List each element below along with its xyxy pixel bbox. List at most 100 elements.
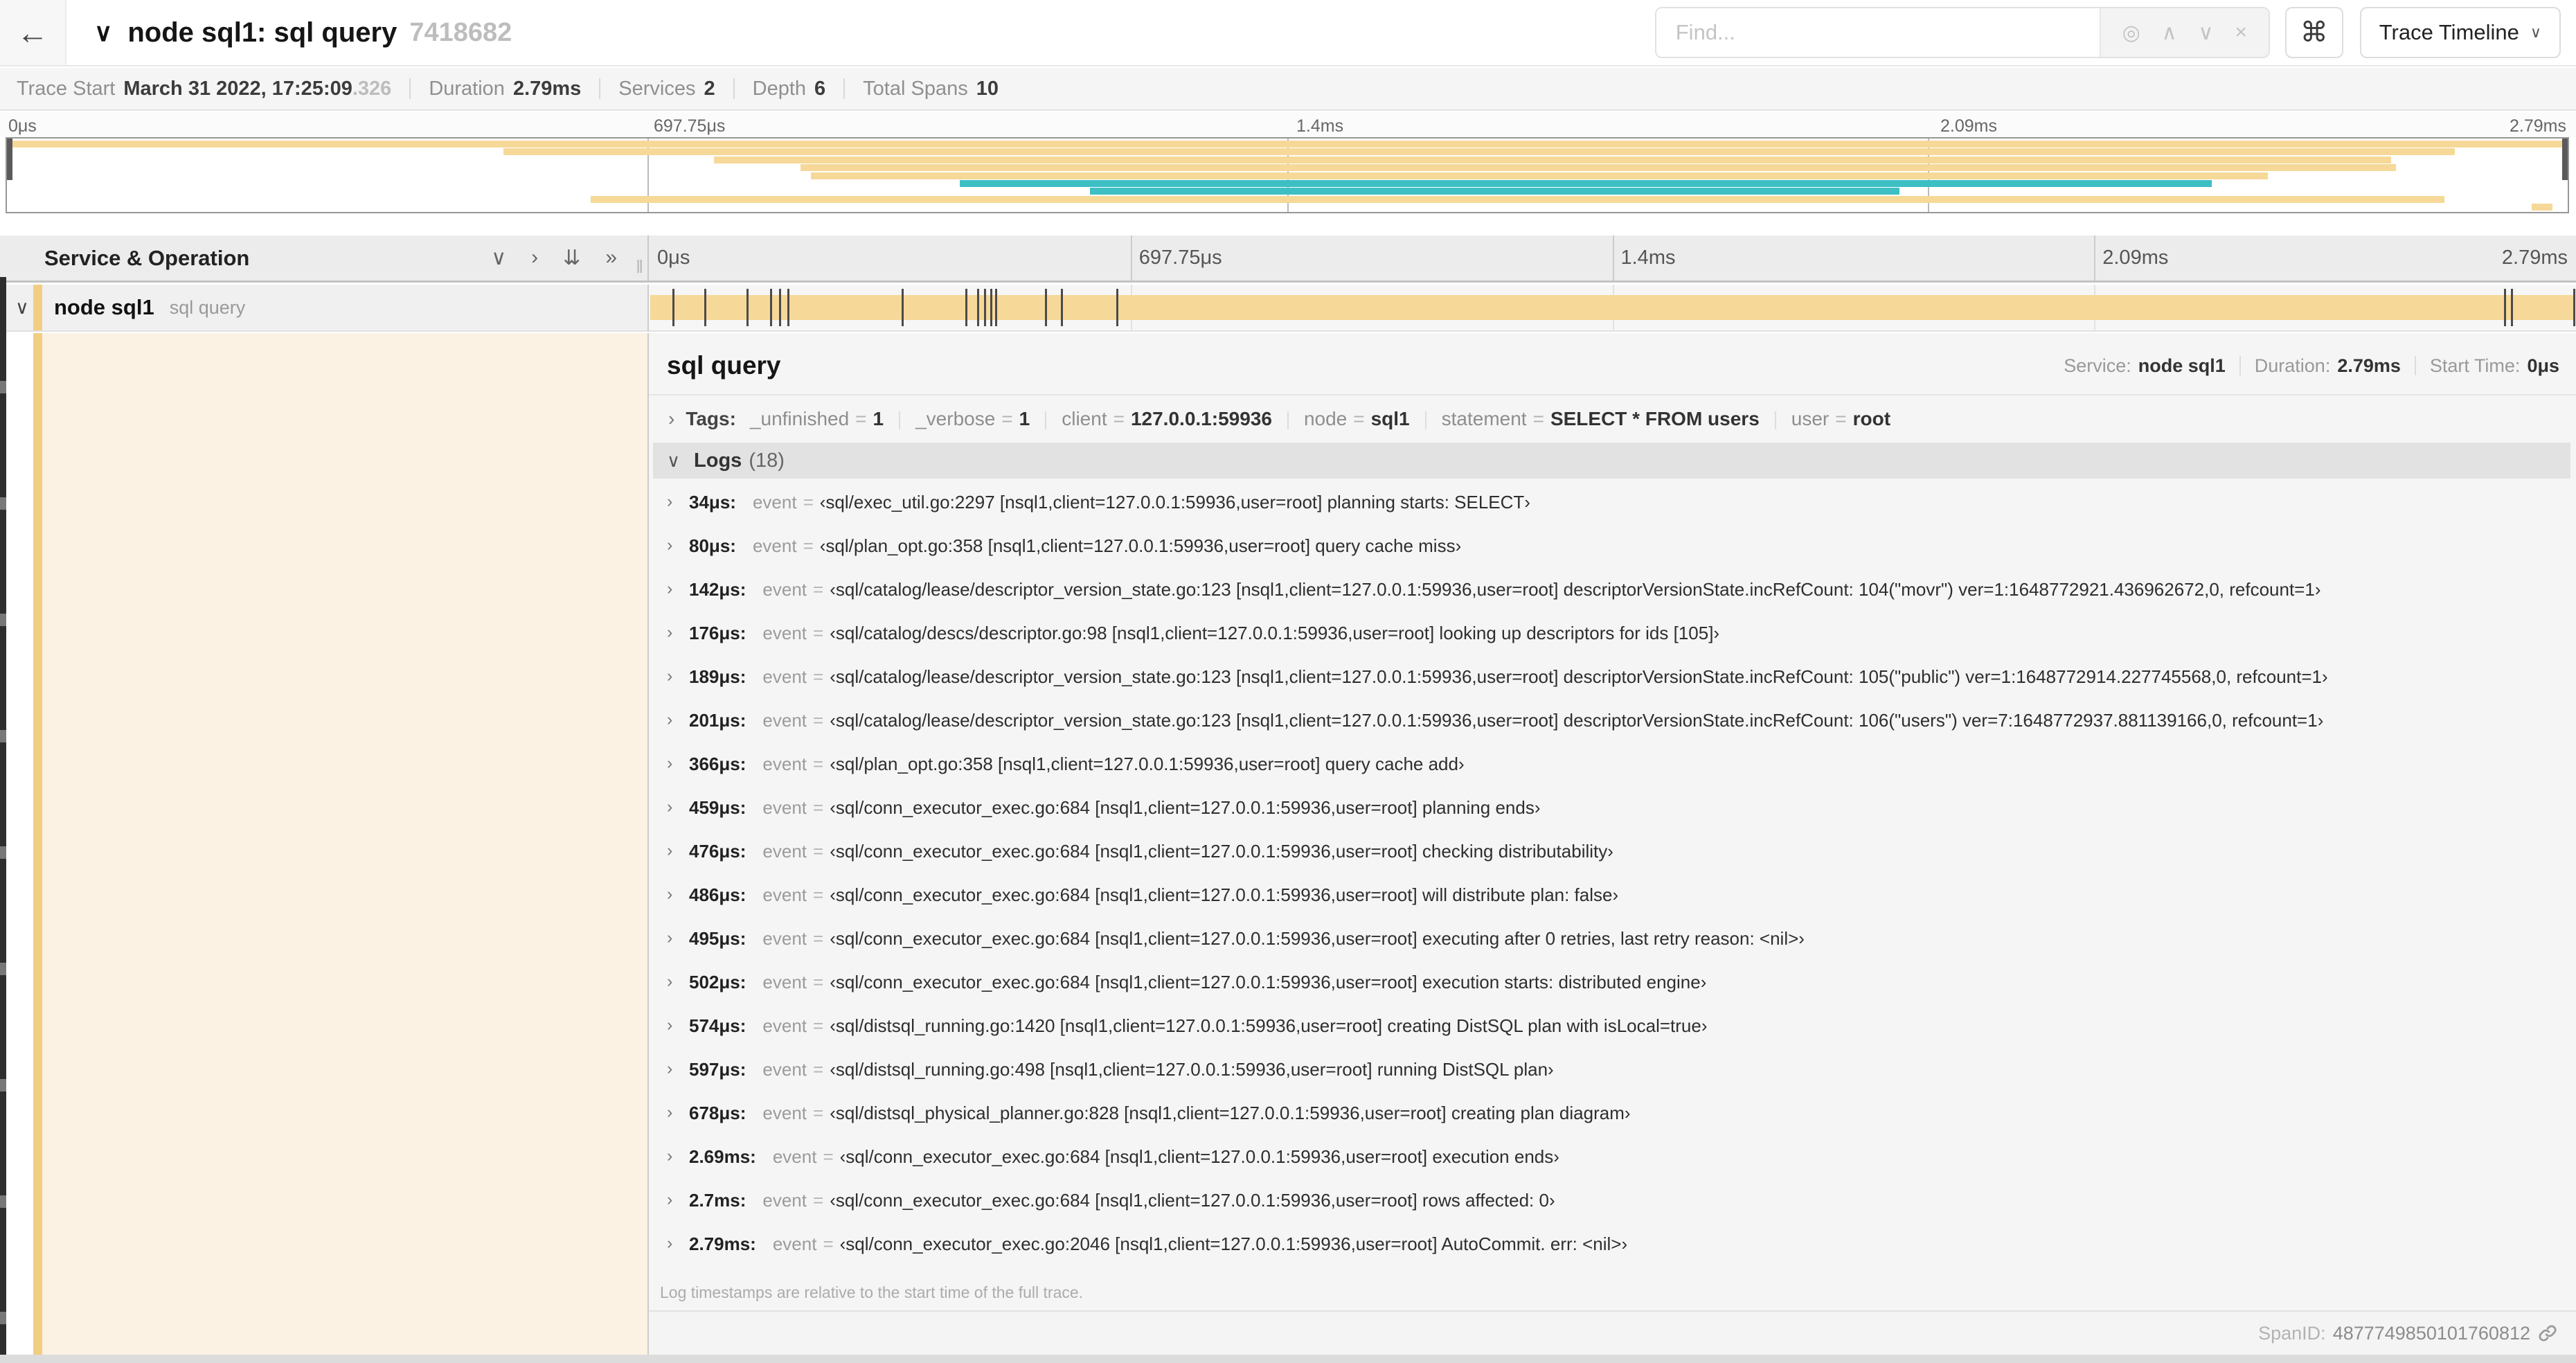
- log-expander-icon[interactable]: ›: [667, 579, 689, 599]
- log-expander-icon[interactable]: ›: [667, 1233, 689, 1254]
- expand-one-icon[interactable]: ›: [531, 246, 538, 270]
- tags-row[interactable]: › Tags: _unfinished = 1 _verbose = 1 client = 12…: [649, 395, 2576, 441]
- logs-expander-icon[interactable]: ∨: [667, 450, 680, 472]
- back-button[interactable]: ←: [0, 0, 66, 65]
- log-expander-icon[interactable]: ›: [667, 1015, 689, 1035]
- span-detail-panel: sql query Service: node sql1 Duration: 2…: [649, 333, 2576, 1363]
- span-expander-icon[interactable]: ∨: [15, 297, 33, 319]
- match-locate-icon[interactable]: ◎: [2122, 21, 2140, 45]
- log-event-tick: [2511, 289, 2514, 326]
- log-expander-icon[interactable]: ›: [667, 1103, 689, 1123]
- minimap-span-bar: [800, 164, 2397, 172]
- log-expander-icon[interactable]: ›: [667, 928, 689, 948]
- find-group: ◎ ∧ ∨ ×: [1654, 7, 2270, 58]
- log-expander-icon[interactable]: ›: [667, 666, 689, 686]
- log-row[interactable]: › 142μs: event = ‹sql/catalog/lease/descript…: [649, 576, 2576, 619]
- minimap-left-handle[interactable]: [7, 139, 12, 180]
- log-timestamp: 189μs:: [689, 666, 746, 687]
- clear-find-icon[interactable]: ×: [2235, 21, 2247, 44]
- trace-title: node sql1: sql query: [127, 17, 397, 48]
- log-row[interactable]: › 2.79ms: event = ‹sql/conn_executor_exec.go…: [649, 1230, 2576, 1274]
- log-row[interactable]: › 80μs: event = ‹sql/plan_opt.go:358 [nsql1,…: [649, 532, 2576, 576]
- tag-item[interactable]: _verbose = 1: [915, 408, 1030, 429]
- log-row[interactable]: › 176μs: event = ‹sql/catalog/descs/descript…: [649, 619, 2576, 663]
- find-input[interactable]: [1656, 8, 2100, 57]
- expand-all-icon[interactable]: »: [605, 246, 617, 270]
- span-id-row: SpanID: 4877749850101760812: [649, 1310, 2576, 1355]
- column-resizer-handle[interactable]: ‖: [636, 256, 643, 278]
- summary-label: Services: [618, 77, 696, 100]
- copy-link-icon[interactable]: [2537, 1323, 2558, 1344]
- summary-value: 10: [976, 77, 999, 100]
- trace-minimap[interactable]: [6, 137, 2569, 213]
- tag-item[interactable]: node = sql1: [1304, 408, 1410, 429]
- log-timestamp: 34μs:: [689, 492, 736, 513]
- trace-timeline-page: ← ∨ node sql1: sql query 7418682 ◎ ∧ ∨ ×…: [0, 0, 2576, 1363]
- log-equals: =: [823, 1146, 834, 1167]
- log-row[interactable]: › 189μs: event = ‹sql/catalog/lease/descript…: [649, 663, 2576, 706]
- span-id-label: SpanID:: [2258, 1322, 2326, 1344]
- log-key: event: [762, 884, 807, 905]
- log-row[interactable]: › 366μs: event = ‹sql/plan_opt.go:358 [nsql1…: [649, 750, 2576, 794]
- prev-match-icon[interactable]: ∧: [2162, 21, 2177, 45]
- minimap-span-bar: [2532, 204, 2552, 211]
- left-scrollbar[interactable]: [0, 277, 6, 1355]
- tag-key: _unfinished: [749, 408, 850, 429]
- log-timestamp: 678μs:: [689, 1103, 746, 1123]
- log-event-tick: [995, 289, 998, 326]
- log-expander-icon[interactable]: ›: [667, 841, 689, 861]
- minimap-right-handle[interactable]: [2562, 139, 2568, 180]
- log-expander-icon[interactable]: ›: [667, 1059, 689, 1079]
- log-equals: =: [813, 972, 824, 992]
- log-row[interactable]: › 574μs: event = ‹sql/distsql_running.go:142…: [649, 1012, 2576, 1055]
- next-match-icon[interactable]: ∨: [2198, 21, 2213, 45]
- logs-section-header[interactable]: ∨ Logs (18): [653, 443, 2570, 479]
- log-expander-icon[interactable]: ›: [667, 797, 689, 817]
- log-row[interactable]: › 201μs: event = ‹sql/catalog/lease/descript…: [649, 706, 2576, 750]
- log-value: ‹sql/catalog/descs/descriptor.go:98 [nsq…: [830, 623, 1720, 643]
- span-bar-wrap: [650, 285, 2575, 330]
- ruler-tick-label: 0μs: [657, 247, 690, 269]
- collapse-all-icon[interactable]: ⇊: [563, 246, 580, 270]
- logs-footnote: Log timestamps are relative to the start…: [660, 1283, 1084, 1301]
- collapse-trace-chevron-icon[interactable]: ∨: [94, 18, 112, 47]
- tag-item[interactable]: statement = SELECT * FROM users: [1442, 408, 1760, 429]
- log-event-tick: [787, 289, 790, 326]
- log-expander-icon[interactable]: ›: [667, 710, 689, 730]
- divider: [2239, 356, 2241, 375]
- ruler-tick-label: 2.09ms: [2102, 247, 2169, 269]
- span-bar-cell[interactable]: [649, 285, 2576, 332]
- collapse-one-icon[interactable]: ∨: [491, 246, 506, 270]
- log-expander-icon[interactable]: ›: [667, 754, 689, 774]
- log-row[interactable]: › 502μs: event = ‹sql/conn_executor_exec.go:…: [649, 968, 2576, 1012]
- tag-item[interactable]: _unfinished = 1: [750, 408, 884, 429]
- view-dropdown[interactable]: Trace Timeline ∨: [2359, 7, 2561, 58]
- log-expander-icon[interactable]: ›: [667, 1190, 689, 1210]
- tag-item[interactable]: client = 127.0.0.1:59936: [1062, 408, 1272, 429]
- log-row[interactable]: › 597μs: event = ‹sql/distsql_running.go:498…: [649, 1055, 2576, 1099]
- tag-equals: =: [1113, 408, 1125, 429]
- log-row[interactable]: › 486μs: event = ‹sql/conn_executor_exec.go:…: [649, 881, 2576, 925]
- span-row: ∨ node sql1 sql query: [0, 285, 2576, 332]
- log-expander-icon[interactable]: ›: [667, 535, 689, 555]
- log-row[interactable]: › 459μs: event = ‹sql/conn_executor_exec.go:…: [649, 794, 2576, 837]
- log-value: ‹sql/conn_executor_exec.go:684 [nsql1,cl…: [830, 797, 1541, 818]
- log-expander-icon[interactable]: ›: [667, 492, 689, 512]
- log-expander-icon[interactable]: ›: [667, 972, 689, 992]
- keyboard-shortcuts-button[interactable]: ⌘: [2284, 7, 2343, 58]
- log-row[interactable]: › 476μs: event = ‹sql/conn_executor_exec.go:…: [649, 837, 2576, 881]
- log-expander-icon[interactable]: ›: [667, 884, 689, 905]
- log-row[interactable]: › 2.69ms: event = ‹sql/conn_executor_exec.go…: [649, 1143, 2576, 1186]
- log-expander-icon[interactable]: ›: [667, 623, 689, 643]
- log-row[interactable]: › 2.7ms: event = ‹sql/conn_executor_exec.go:…: [649, 1186, 2576, 1230]
- span-name-cell[interactable]: ∨ node sql1 sql query: [0, 285, 649, 332]
- tag-divider: [1045, 411, 1047, 429]
- log-row[interactable]: › 678μs: event = ‹sql/distsql_physical_plann…: [649, 1099, 2576, 1143]
- bottom-scrollbar-track[interactable]: [0, 1355, 2576, 1363]
- log-row[interactable]: › 495μs: event = ‹sql/conn_executor_exec.go:…: [649, 925, 2576, 968]
- log-row[interactable]: › 34μs: event = ‹sql/exec_util.go:2297 [nsql…: [649, 488, 2576, 532]
- log-expander-icon[interactable]: ›: [667, 1146, 689, 1166]
- tag-item[interactable]: user = root: [1791, 408, 1890, 429]
- tags-expander-icon[interactable]: ›: [668, 408, 674, 430]
- span-duration-bar[interactable]: [650, 295, 2575, 320]
